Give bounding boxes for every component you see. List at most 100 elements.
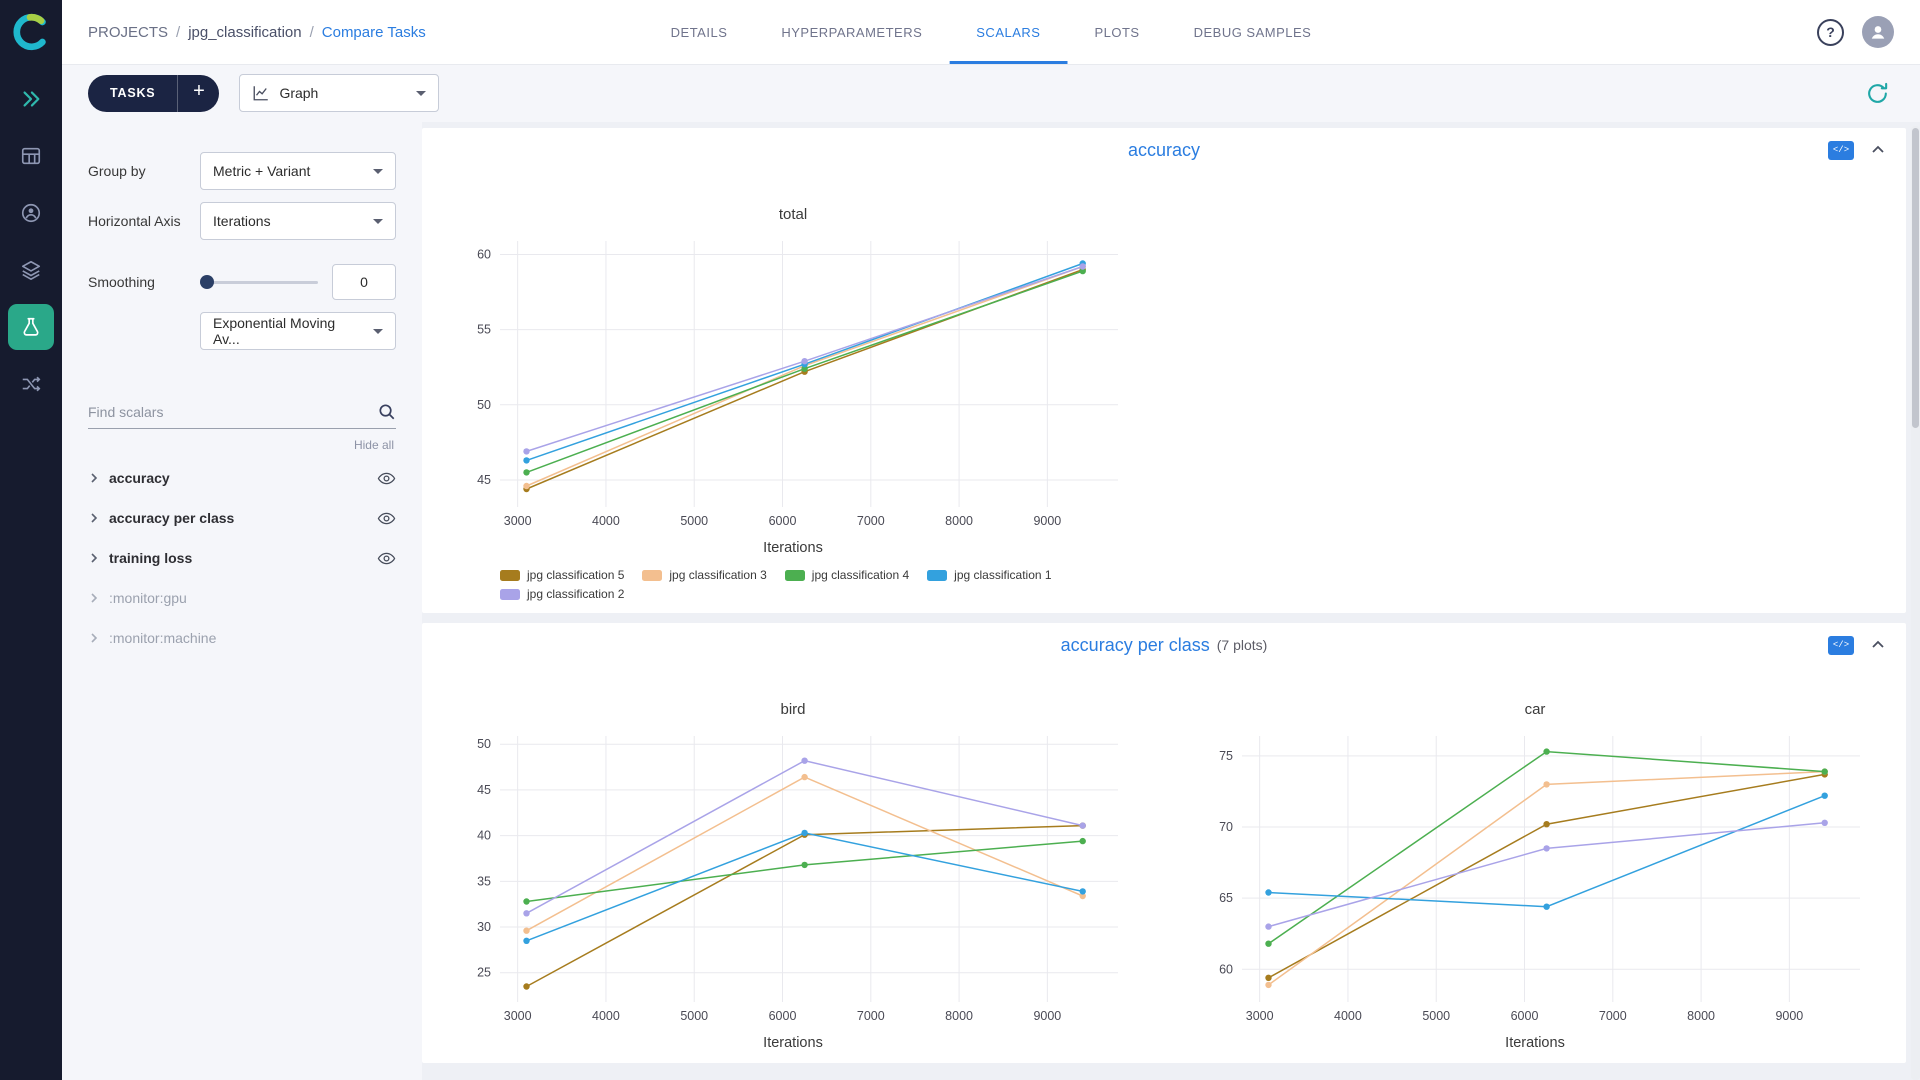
line-chart-total[interactable]: 45 50 55 60 3000 4000 5000 6000 7000 8000 9000 [448,233,1138,538]
horizontal-axis-select[interactable]: Iterations [200,202,396,240]
add-task-button[interactable]: + [177,74,220,112]
view-mode-value: Graph [279,85,319,101]
visibility-eye-icon[interactable] [377,469,396,488]
slider-thumb[interactable] [200,275,214,289]
scalar-group-training-loss[interactable]: training loss [88,538,396,578]
svg-text:70: 70 [1219,820,1233,834]
section-title: accuracy [1127,139,1201,160]
tab-details[interactable]: DETAILS [644,0,755,64]
refresh-icon [1868,82,1888,103]
auto-refresh-icon[interactable] [1865,81,1890,106]
scalar-group-monitor-machine[interactable]: :monitor:machine [88,618,396,658]
section-accuracy: accuracy </> total 45 50 55 60 3000 4000 5000 6… [422,128,1906,613]
embed-code-icon[interactable]: </> [1828,635,1854,655]
scalar-group-label: accuracy per class [109,510,235,526]
rail-item-workers[interactable] [8,190,54,236]
chevron-right-icon[interactable] [88,512,100,524]
legend-swatch [500,569,520,581]
svg-text:9000: 9000 [1033,514,1061,528]
collapse-section-button[interactable] [1870,142,1886,158]
section-subtitle: (7 plots) [1216,637,1268,653]
svg-text:60: 60 [1219,962,1233,976]
smoothing-value-input[interactable] [332,264,396,300]
legend-item[interactable]: jpg classification 1 [927,568,1052,582]
svg-text:50: 50 [477,398,491,412]
rail-item-datasets[interactable] [8,247,54,293]
rail-item-dashboard[interactable] [8,133,54,179]
breadcrumb-compare-tasks[interactable]: Compare Tasks [322,24,426,41]
svg-text:5000: 5000 [680,514,708,528]
chart-title: bird [780,701,806,718]
legend-item[interactable]: jpg classification 2 [500,587,624,601]
x-axis-label: Iterations [763,540,823,556]
tab-plots[interactable]: PLOTS [1067,0,1166,64]
legend-swatch [784,569,805,581]
scalar-group-label: :monitor:machine [109,630,217,646]
svg-text:35: 35 [477,874,491,888]
chevron-right-icon[interactable] [88,632,100,644]
rail-item-getting-started[interactable] [8,76,54,122]
find-scalars-input[interactable] [88,403,377,420]
smoothing-type-row: Exponential Moving Av... [88,312,396,350]
svg-text:30: 30 [477,920,491,934]
svg-text:75: 75 [1219,749,1233,763]
view-mode-select[interactable]: Graph [239,74,440,112]
smoothing-slider[interactable] [200,274,318,290]
top-header: PROJECTS / jpg_classification / Compare … [62,0,1920,64]
rail-item-pipelines[interactable] [8,361,54,407]
scalar-group-accuracy[interactable]: accuracy [88,458,396,498]
chevron-right-icon[interactable] [88,552,100,564]
rail-item-projects[interactable] [8,304,54,350]
legend-item[interactable]: jpg classification 3 [642,568,767,582]
find-scalars-row [88,402,396,429]
shuffle-icon [22,376,41,392]
legend-item[interactable]: jpg classification 5 [500,568,624,582]
charts-area: accuracy </> total 45 50 55 60 3000 4000 5000 6… [422,122,1920,1080]
clearml-logo[interactable] [9,10,53,54]
group-by-select[interactable]: Metric + Variant [200,152,396,190]
svg-text:50: 50 [477,737,491,751]
svg-text:3000: 3000 [504,514,532,528]
x-axis-label: Iterations [1505,1035,1565,1051]
visibility-eye-icon[interactable] [377,509,396,528]
compare-toolbar: TASKS + Graph [62,64,1920,122]
chevron-right-icon[interactable] [88,592,100,604]
svg-text:55: 55 [477,323,491,337]
visibility-eye-icon[interactable] [377,549,396,568]
app-window: PROJECTS / jpg_classification / Compare … [0,0,1920,1080]
tab-bar: DETAILS HYPERPARAMETERS SCALARS PLOTS DE… [644,0,1339,64]
chevron-right-icon[interactable] [88,472,100,484]
nav-rail [0,0,62,1080]
scalar-group-accuracy-per-class[interactable]: accuracy per class [88,498,396,538]
tasks-button[interactable]: TASKS [88,74,178,112]
section-actions: </> [1828,635,1886,655]
smoothing-type-select[interactable]: Exponential Moving Av... [200,312,396,350]
breadcrumb: PROJECTS / jpg_classification / Compare … [88,24,426,41]
line-chart-bird[interactable]: 25 30 35 40 45 50 3000 4000 5000 6000 7000 8000 9000 [448,728,1138,1033]
scalar-group-monitor-gpu[interactable]: :monitor:gpu [88,578,396,618]
per-class-cards-row: bird 25 30 35 40 45 50 3000 4000 5000 6000 7000 800… [422,667,1906,1063]
breadcrumb-project-name[interactable]: jpg_classification [188,24,301,41]
tab-scalars[interactable]: SCALARS [949,0,1067,64]
legend-label: jpg classification 3 [669,568,767,582]
svg-text:6000: 6000 [769,1009,797,1023]
embed-code-icon[interactable]: </> [1828,140,1854,160]
scrollbar-thumb[interactable] [1912,128,1919,428]
hide-all-link[interactable]: Hide all [88,438,394,452]
breadcrumb-projects[interactable]: PROJECTS [88,24,168,41]
tab-hyperparameters[interactable]: HYPERPARAMETERS [754,0,949,64]
user-avatar[interactable] [1862,16,1894,48]
line-chart-car[interactable]: 60 65 70 75 3000 4000 5000 6000 7000 8000 9000 [1190,728,1880,1033]
svg-text:7000: 7000 [857,1009,885,1023]
search-icon[interactable] [377,402,396,421]
collapse-section-button[interactable] [1870,637,1886,653]
tab-debug-samples[interactable]: DEBUG SAMPLES [1167,0,1339,64]
chart-card-car: car 60 65 70 75 3000 4000 5000 6000 7000 8000 9000… [1164,667,1906,1063]
clearml-logo-icon [13,13,46,51]
svg-text:6000: 6000 [1511,1009,1539,1023]
help-icon[interactable]: ? [1817,18,1844,46]
legend-label: jpg classification 2 [527,587,625,601]
smoothing-type-value: Exponential Moving Av... [213,315,336,347]
legend-item[interactable]: jpg classification 4 [784,568,909,582]
x-axis-label: Iterations [763,1035,823,1051]
